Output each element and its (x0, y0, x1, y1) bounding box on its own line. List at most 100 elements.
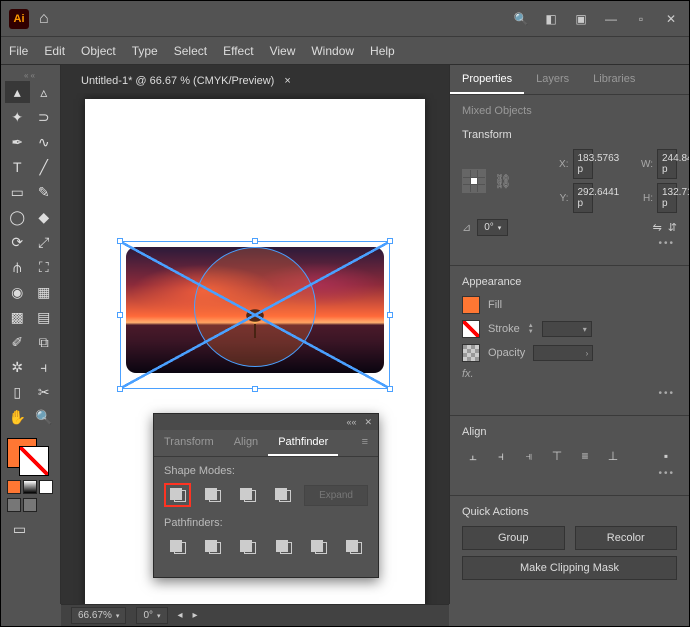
more-options-icon[interactable]: ••• (462, 386, 677, 401)
fill-color-swatch[interactable] (462, 296, 480, 314)
width-tool[interactable]: ⫛ (5, 256, 30, 278)
opacity-swatch[interactable] (462, 344, 480, 362)
more-options-icon[interactable]: ••• (462, 466, 677, 481)
gradient-mode-icon[interactable] (23, 480, 37, 494)
shape-builder-tool[interactable]: ◉ (5, 281, 30, 303)
document-tab[interactable]: Untitled-1* @ 66.67 % (CMYK/Preview) × (69, 69, 303, 93)
arrange-docs-icon[interactable]: ◧ (541, 9, 561, 29)
tab-transform[interactable]: Transform (154, 430, 224, 456)
opacity-field[interactable]: › (533, 345, 593, 361)
perspective-tool[interactable]: ▦ (32, 281, 57, 303)
zoom-field[interactable]: 66.67%▾ (71, 607, 126, 624)
menu-edit[interactable]: Edit (44, 44, 65, 58)
panel-close-icon[interactable]: ✕ (364, 417, 372, 428)
reference-point[interactable] (462, 169, 490, 193)
workspace-switcher-icon[interactable]: ▣ (571, 9, 591, 29)
artboard-tool[interactable]: ▯ (5, 381, 30, 403)
eyedropper-tool[interactable]: ✐ (5, 331, 30, 353)
none-mode-icon[interactable] (39, 480, 53, 494)
x-field[interactable]: 183.5763 p (573, 149, 593, 179)
tab-libraries[interactable]: Libraries (581, 65, 647, 94)
close-tab-icon[interactable]: × (284, 75, 290, 87)
resize-handle[interactable] (117, 238, 123, 244)
selection-tool[interactable]: ▴ (5, 81, 30, 103)
panel-collapse-icon[interactable]: «« (346, 417, 356, 427)
draw-normal-icon[interactable] (7, 498, 21, 512)
tab-properties[interactable]: Properties (450, 65, 524, 94)
search-icon[interactable]: 🔍 (511, 9, 531, 29)
magic-wand-tool[interactable]: ✦ (5, 106, 30, 128)
selected-artwork[interactable] (120, 241, 390, 389)
pen-tool[interactable]: ✒ (5, 131, 30, 153)
stroke-weight-stepper[interactable]: ▲▼ (528, 323, 534, 335)
eraser-tool[interactable]: ◆ (32, 206, 57, 228)
free-transform-tool[interactable]: ⛶ (32, 256, 57, 278)
align-right-icon[interactable]: ⫣ (518, 446, 540, 466)
align-to-icon[interactable]: ▪ (655, 446, 677, 466)
line-tool[interactable]: ╱ (32, 156, 57, 178)
resize-handle[interactable] (387, 386, 393, 392)
blend-tool[interactable]: ⧉ (32, 331, 57, 353)
rotation-field[interactable]: 0°▾ (477, 219, 508, 236)
mesh-tool[interactable]: ▩ (5, 306, 30, 328)
more-options-icon[interactable]: ••• (462, 236, 677, 251)
minimize-icon[interactable]: — (601, 9, 621, 29)
align-left-icon[interactable]: ⫠ (462, 446, 484, 466)
gradient-tool[interactable]: ▤ (32, 306, 57, 328)
menu-type[interactable]: Type (132, 44, 158, 58)
tab-align[interactable]: Align (224, 430, 268, 456)
recolor-button[interactable]: Recolor (575, 526, 678, 550)
stroke-weight-dropdown[interactable]: ▾ (542, 321, 592, 337)
menu-select[interactable]: Select (174, 44, 207, 58)
intersect-button[interactable] (234, 483, 261, 507)
align-vcenter-icon[interactable]: ≡ (574, 446, 596, 466)
h-field[interactable]: 132.7119 p (657, 183, 677, 213)
pathfinder-panel[interactable]: «« ✕ Transform Align Pathfinder ≡ Shape … (153, 413, 379, 578)
resize-handle[interactable] (252, 386, 258, 392)
resize-handle[interactable] (117, 312, 123, 318)
stroke-swatch[interactable] (19, 446, 49, 476)
draw-behind-icon[interactable] (23, 498, 37, 512)
symbol-sprayer-tool[interactable]: ✲ (5, 356, 30, 378)
align-hcenter-icon[interactable]: ⫞ (490, 446, 512, 466)
stroke-color-swatch[interactable] (462, 320, 480, 338)
resize-handle[interactable] (117, 386, 123, 392)
w-field[interactable]: 244.8475 p (657, 149, 677, 179)
minus-front-button[interactable] (199, 483, 226, 507)
paintbrush-tool[interactable]: ✎ (32, 181, 57, 203)
panel-grip[interactable]: «« (5, 71, 56, 81)
exclude-button[interactable] (269, 483, 296, 507)
app-icon[interactable]: Ai (9, 9, 29, 29)
shaper-tool[interactable]: ◯ (5, 206, 30, 228)
clipping-mask-button[interactable]: Make Clipping Mask (462, 556, 677, 580)
rotate-tool[interactable]: ⟳ (5, 231, 30, 253)
fx-label[interactable]: fx. (462, 368, 474, 380)
lasso-tool[interactable]: ⊃ (32, 106, 57, 128)
y-field[interactable]: 292.6441 p (573, 183, 593, 213)
tab-layers[interactable]: Layers (524, 65, 581, 94)
hand-tool[interactable]: ✋ (5, 406, 30, 428)
fill-stroke-swatch[interactable] (7, 438, 49, 476)
scale-tool[interactable]: ⤢ (32, 231, 57, 253)
expand-button[interactable]: Expand (304, 485, 368, 506)
artboard-nav-prev-icon[interactable]: ◂ (178, 610, 183, 621)
resize-handle[interactable] (387, 238, 393, 244)
zoom-tool[interactable]: 🔍 (32, 406, 57, 428)
divide-button[interactable] (164, 535, 191, 559)
align-top-icon[interactable]: ⊤ (546, 446, 568, 466)
type-tool[interactable]: T (5, 156, 30, 178)
flip-horizontal-icon[interactable]: ⇋ (653, 221, 662, 234)
resize-handle[interactable] (387, 312, 393, 318)
tab-pathfinder[interactable]: Pathfinder (268, 430, 338, 456)
menu-help[interactable]: Help (370, 44, 395, 58)
graph-tool[interactable]: ⫞ (32, 356, 57, 378)
curvature-tool[interactable]: ∿ (32, 131, 57, 153)
direct-selection-tool[interactable]: ▵ (32, 81, 57, 103)
flip-vertical-icon[interactable]: ⇵ (668, 221, 677, 234)
crop-button[interactable] (270, 535, 297, 559)
resize-handle[interactable] (252, 238, 258, 244)
panel-menu-icon[interactable]: ≡ (352, 430, 378, 456)
color-mode-icon[interactable] (7, 480, 21, 494)
menu-object[interactable]: Object (81, 44, 116, 58)
menu-effect[interactable]: Effect (223, 44, 253, 58)
